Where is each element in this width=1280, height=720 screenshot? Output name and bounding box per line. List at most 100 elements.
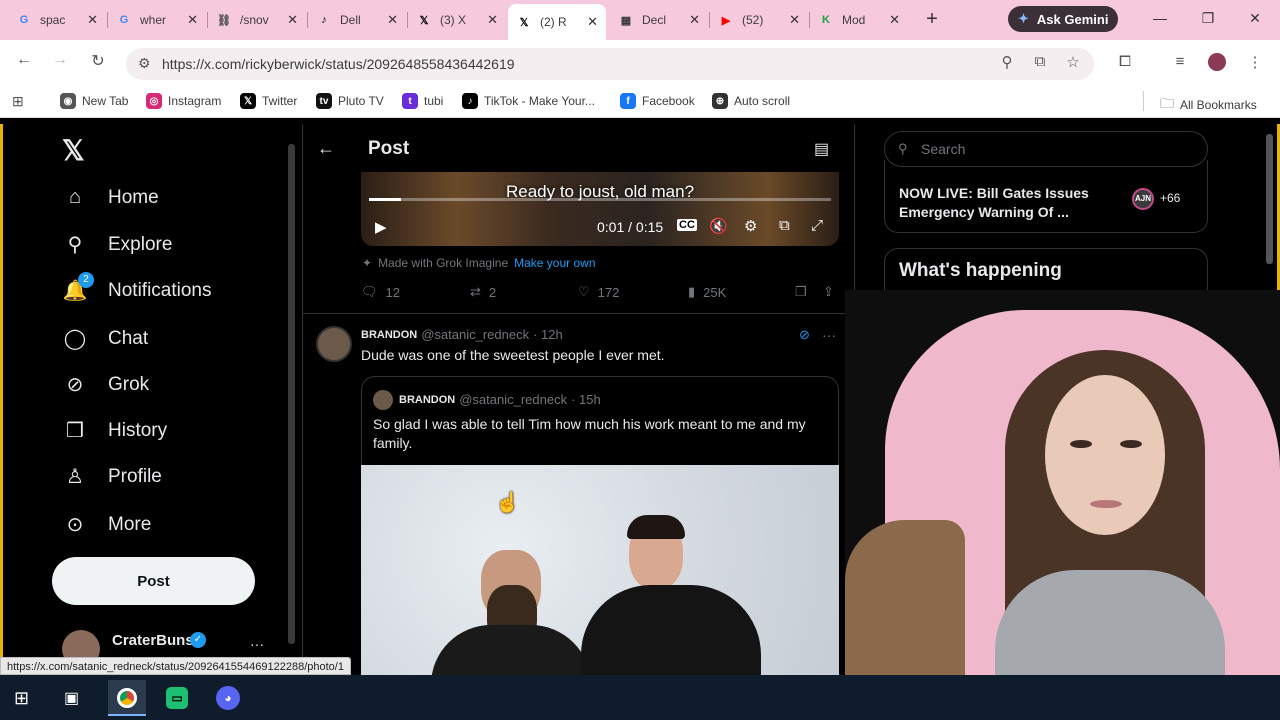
install-app-icon[interactable]: ⧉ bbox=[1030, 53, 1050, 70]
reply-count: 12 bbox=[385, 284, 400, 300]
settings-icon[interactable]: ⚙ bbox=[744, 217, 757, 235]
more-circle-icon: ⊙ bbox=[66, 514, 84, 536]
facebook-icon: f bbox=[620, 93, 636, 109]
nav-item-profile[interactable]: ♙ Profile bbox=[62, 464, 162, 489]
news-headline[interactable]: NOW LIVE: Bill Gates Issues Emergency Wa… bbox=[899, 184, 1109, 222]
zoom-icon[interactable]: ⚲ bbox=[997, 53, 1017, 71]
close-tab-icon[interactable]: ✕ bbox=[187, 12, 198, 28]
new-tab-button[interactable]: + bbox=[920, 8, 944, 31]
restore-button[interactable]: ❐ bbox=[1198, 10, 1218, 27]
post-more-icon[interactable]: ··· bbox=[822, 327, 836, 343]
extensions-icon[interactable]: ⧠ bbox=[1115, 53, 1135, 70]
reply-author-handle[interactable]: @satanic_redneck bbox=[421, 327, 529, 342]
chrome-menu-icon[interactable]: ⋮ bbox=[1245, 53, 1265, 71]
reply-time[interactable]: · 12h bbox=[533, 327, 563, 342]
ask-gemini-button[interactable]: ✦ Ask Gemini bbox=[1008, 6, 1118, 32]
tab-3[interactable]: ♪ Dell ✕ bbox=[308, 6, 406, 34]
bookmark-7[interactable]: ⊕ Auto scroll bbox=[712, 93, 790, 109]
right-scrollbar[interactable] bbox=[1266, 134, 1273, 264]
tab-7[interactable]: ▶ (52) ✕ bbox=[710, 6, 808, 34]
close-tab-icon[interactable]: ✕ bbox=[387, 12, 398, 28]
forward-button[interactable]: → bbox=[48, 51, 72, 69]
close-tab-icon[interactable]: ✕ bbox=[689, 12, 700, 28]
video-progress-track[interactable] bbox=[369, 198, 831, 201]
close-tab-icon[interactable]: ✕ bbox=[87, 12, 98, 28]
close-tab-icon[interactable]: ✕ bbox=[889, 12, 900, 28]
close-tab-icon[interactable]: ✕ bbox=[587, 14, 598, 30]
back-button[interactable]: ← bbox=[12, 51, 36, 69]
start-button-icon[interactable]: ⊞ bbox=[14, 688, 29, 709]
taskbar-app-icon[interactable]: ▭ bbox=[166, 687, 188, 709]
play-icon[interactable]: ▶ bbox=[375, 218, 387, 236]
tab-6[interactable]: ▦ Decl ✕ bbox=[610, 6, 708, 34]
post-button[interactable]: Post bbox=[52, 557, 255, 605]
taskbar-discord-icon[interactable]: ◕ bbox=[216, 686, 240, 710]
chrome-icon: ◉ bbox=[60, 93, 76, 109]
nav-item-grok[interactable]: ⊘ Grok bbox=[62, 372, 150, 397]
video-player[interactable]: Ready to joust, old man? ▶ 0:01 / 0:15 C… bbox=[361, 172, 839, 246]
media-controls-icon[interactable]: ≡ bbox=[1170, 53, 1190, 70]
reload-button[interactable]: ↻ bbox=[86, 51, 110, 71]
bookmark-2[interactable]: 𝕏 Twitter bbox=[240, 93, 297, 109]
tab-2[interactable]: ⛓ /snov ✕ bbox=[208, 6, 306, 34]
nav-item-home[interactable]: ⌂ Home bbox=[62, 186, 159, 209]
x-logo[interactable]: 𝕏 bbox=[62, 134, 85, 167]
tab-8[interactable]: K Mod ✕ bbox=[810, 6, 908, 34]
make-your-own-link[interactable]: Make your own bbox=[514, 256, 595, 270]
tab-5[interactable]: 𝕏 (2) R ✕ bbox=[508, 4, 606, 40]
tab-4[interactable]: 𝕏 (3) X ✕ bbox=[408, 6, 506, 34]
taskbar-chrome-button[interactable] bbox=[108, 680, 146, 716]
repost-action[interactable]: ⇄ 2 bbox=[470, 284, 496, 300]
captions-icon[interactable]: CC bbox=[677, 219, 697, 231]
share-action[interactable]: ⇪ bbox=[823, 284, 834, 300]
reader-mode-icon[interactable]: ▤ bbox=[814, 139, 829, 159]
close-tab-icon[interactable]: ✕ bbox=[287, 12, 298, 28]
tab-0[interactable]: Gspac ✕ bbox=[8, 6, 106, 34]
nav-item-notifications[interactable]: 🔔 2 Notifications bbox=[62, 272, 212, 303]
back-arrow-icon[interactable]: ← bbox=[317, 138, 335, 159]
nav-item-chat[interactable]: ◯ Chat bbox=[62, 326, 148, 351]
quote-photo[interactable] bbox=[361, 465, 839, 675]
close-window-button[interactable]: ✕ bbox=[1245, 10, 1265, 27]
news-avatar: AJN bbox=[1132, 188, 1154, 210]
minimize-button[interactable]: — bbox=[1150, 10, 1170, 26]
bookmark-1[interactable]: ◎ Instagram bbox=[146, 93, 221, 109]
bookmark-action[interactable]: ❒ bbox=[795, 284, 807, 300]
task-view-icon[interactable]: ▣ bbox=[64, 688, 79, 708]
reply-author-name[interactable]: BRANDON bbox=[361, 329, 417, 341]
close-tab-icon[interactable]: ✕ bbox=[789, 12, 800, 28]
bookmark-icon: ❒ bbox=[795, 284, 807, 299]
bookmark-5[interactable]: ♪ TikTok - Make Your... bbox=[462, 93, 595, 109]
reply-avatar[interactable] bbox=[316, 326, 352, 362]
profile-avatar[interactable] bbox=[1208, 53, 1226, 71]
reply-action[interactable]: 🗨 12 bbox=[361, 284, 400, 300]
nav-item-history[interactable]: ❒ History bbox=[62, 418, 167, 443]
bookmarks-divider bbox=[1143, 91, 1144, 111]
mute-icon[interactable]: 🔇 bbox=[709, 217, 728, 235]
apps-grid-icon[interactable]: ⊞ bbox=[12, 93, 24, 110]
address-bar[interactable]: ⚙ https://x.com/rickyberwick/status/2092… bbox=[126, 48, 1094, 80]
like-action[interactable]: ♡ 172 bbox=[578, 284, 619, 300]
all-bookmarks-button[interactable]: 🗀 All Bookmarks bbox=[1160, 93, 1257, 117]
search-icon: ⚲ bbox=[67, 234, 83, 256]
grok-reply-icon[interactable]: ⊘ bbox=[799, 327, 810, 343]
bookmark-0[interactable]: ◉ New Tab bbox=[60, 93, 128, 109]
bookmark-6[interactable]: f Facebook bbox=[620, 93, 695, 109]
bookmark-star-icon[interactable]: ☆ bbox=[1063, 53, 1083, 71]
views-action[interactable]: ▮ 25K bbox=[688, 284, 726, 300]
tab-1[interactable]: Gwher ✕ bbox=[108, 6, 206, 34]
nav-item-more[interactable]: ⊙ More bbox=[62, 512, 152, 537]
fullscreen-icon[interactable]: ⤢ bbox=[811, 217, 823, 234]
nav-item-explore[interactable]: ⚲ Explore bbox=[62, 232, 173, 257]
picture-in-picture-icon[interactable]: ⧉ bbox=[779, 217, 790, 234]
bookmark-icon: ❒ bbox=[66, 420, 84, 442]
account-menu-icon[interactable]: ··· bbox=[250, 636, 264, 652]
bookmark-3[interactable]: tv Pluto TV bbox=[316, 93, 384, 109]
close-tab-icon[interactable]: ✕ bbox=[487, 12, 498, 28]
left-scrollbar[interactable] bbox=[288, 144, 295, 644]
post-divider bbox=[302, 313, 855, 314]
site-info-icon[interactable]: ⚙ bbox=[138, 55, 151, 72]
bookmark-4[interactable]: t tubi bbox=[402, 93, 443, 109]
gemini-icon: ✦ bbox=[1018, 11, 1029, 26]
account-name[interactable]: CraterBuns bbox=[112, 632, 194, 649]
